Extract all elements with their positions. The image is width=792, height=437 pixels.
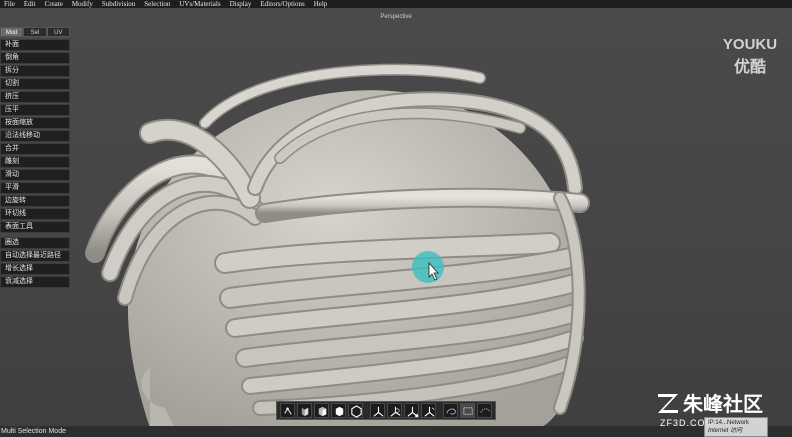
paint-select-button[interactable] bbox=[477, 403, 492, 418]
menu-item-subdivision[interactable]: Subdivision bbox=[98, 0, 140, 8]
object-mode-icon bbox=[335, 406, 344, 417]
menu-item-modify[interactable]: Modify bbox=[68, 0, 98, 8]
tool-panel: Mod Sel UV 补面 倒角 拆分 切割 挤压 压平 按面缩放 沿法线移动 合并 雕刻 滑动 平滑 边旋… bbox=[0, 27, 70, 289]
bottom-toolbar bbox=[276, 401, 496, 420]
community-name: 朱峰社区 bbox=[683, 394, 763, 416]
paint-select-icon bbox=[480, 408, 491, 413]
rect-select-button[interactable] bbox=[460, 403, 475, 418]
rotate-axis-icon bbox=[390, 406, 401, 417]
edge-mode-button[interactable] bbox=[297, 403, 312, 418]
toolbar-separator bbox=[364, 403, 369, 418]
lasso-select-button[interactable] bbox=[443, 403, 458, 418]
network-tooltip: IP:14...Network Internet 访问 bbox=[704, 417, 768, 437]
perspective-viewport[interactable]: Perspective bbox=[0, 8, 792, 426]
universal-axis-icon bbox=[424, 406, 435, 417]
select-tool-button-3[interactable]: 衰减选择 bbox=[0, 276, 70, 288]
universal-axis-button[interactable] bbox=[421, 403, 436, 418]
tool-button-6[interactable]: 按面缩放 bbox=[0, 117, 70, 129]
mesh-mode-icon bbox=[351, 405, 362, 418]
lasso-select-icon bbox=[446, 408, 456, 415]
menu-item-help[interactable]: Help bbox=[310, 0, 333, 8]
tab-uv[interactable]: UV bbox=[46, 27, 70, 37]
scale-axis-button[interactable] bbox=[404, 403, 419, 418]
select-tool-list: 圈选 自动选择最近路径 增长选择 衰减选择 bbox=[0, 237, 70, 288]
tool-button-4[interactable]: 挤压 bbox=[0, 91, 70, 103]
tool-button-12[interactable]: 边旋转 bbox=[0, 195, 70, 207]
menu-item-create[interactable]: Create bbox=[41, 0, 68, 8]
tool-button-2[interactable]: 拆分 bbox=[0, 65, 70, 77]
tool-list: 补面 倒角 拆分 切割 挤压 压平 按面缩放 沿法线移动 合并 雕刻 滑动 平滑 边旋转 环切线 表面工具 bbox=[0, 39, 70, 233]
model-scene[interactable] bbox=[0, 8, 792, 426]
move-axis-button[interactable] bbox=[370, 403, 385, 418]
tool-button-0[interactable]: 补面 bbox=[0, 39, 70, 51]
menu-bar: File Edit Create Modify Subdivision Selection… bbox=[0, 0, 792, 8]
select-tool-button-2[interactable]: 增长选择 bbox=[0, 263, 70, 275]
tool-button-3[interactable]: 切割 bbox=[0, 78, 70, 90]
tool-button-14[interactable]: 表面工具 bbox=[0, 221, 70, 233]
select-tool-button-1[interactable]: 自动选择最近路径 bbox=[0, 250, 70, 262]
menu-item-uvs-materials[interactable]: UVs/Materials bbox=[175, 0, 225, 8]
face-mode-button[interactable] bbox=[314, 403, 329, 418]
youku-brand-en: YOUKU bbox=[722, 36, 778, 53]
move-axis-icon bbox=[373, 406, 384, 417]
tooltip-line-1: IP:14...Network bbox=[708, 420, 750, 426]
community-watermark: 朱峰社区 bbox=[655, 388, 763, 417]
tool-button-1[interactable]: 倒角 bbox=[0, 52, 70, 64]
vertex-mode-button[interactable] bbox=[280, 403, 295, 418]
rect-select-icon bbox=[463, 407, 473, 415]
tool-button-11[interactable]: 平滑 bbox=[0, 182, 70, 194]
scale-axis-icon bbox=[407, 406, 419, 418]
mesh-mode-button[interactable] bbox=[348, 403, 363, 418]
face-mode-icon bbox=[318, 406, 327, 417]
tool-button-10[interactable]: 滑动 bbox=[0, 169, 70, 181]
tool-button-9[interactable]: 雕刻 bbox=[0, 156, 70, 168]
menu-item-edit[interactable]: Edit bbox=[20, 0, 41, 8]
vertex-mode-icon bbox=[284, 407, 292, 415]
youku-brand-cn: 优酷 bbox=[733, 59, 766, 76]
select-tool-button-0[interactable]: 圈选 bbox=[0, 237, 70, 249]
tab-sel[interactable]: Sel bbox=[23, 27, 47, 37]
panel-tabs: Mod Sel UV bbox=[0, 27, 70, 37]
tool-button-13[interactable]: 环切线 bbox=[0, 208, 70, 220]
cursor-highlight bbox=[412, 251, 444, 283]
menu-item-selection[interactable]: Selection bbox=[140, 0, 175, 8]
menu-item-editors-options[interactable]: Editors/Options bbox=[256, 0, 309, 8]
tab-mod[interactable]: Mod bbox=[0, 27, 24, 37]
menu-item-file[interactable]: File bbox=[0, 0, 20, 8]
rotate-axis-button[interactable] bbox=[387, 403, 402, 418]
tool-button-5[interactable]: 压平 bbox=[0, 104, 70, 116]
tool-button-7[interactable]: 沿法线移动 bbox=[0, 130, 70, 142]
youku-watermark: YOUKU 优酷 bbox=[720, 36, 780, 77]
toolbar-separator bbox=[437, 403, 442, 418]
edge-mode-icon bbox=[301, 407, 309, 417]
tooltip-line-2: Internet 访问 bbox=[708, 428, 743, 434]
menu-item-display[interactable]: Display bbox=[226, 0, 257, 8]
object-mode-button[interactable] bbox=[331, 403, 346, 418]
zhufeng-logo-icon bbox=[658, 393, 678, 413]
tool-button-8[interactable]: 合并 bbox=[0, 143, 70, 155]
